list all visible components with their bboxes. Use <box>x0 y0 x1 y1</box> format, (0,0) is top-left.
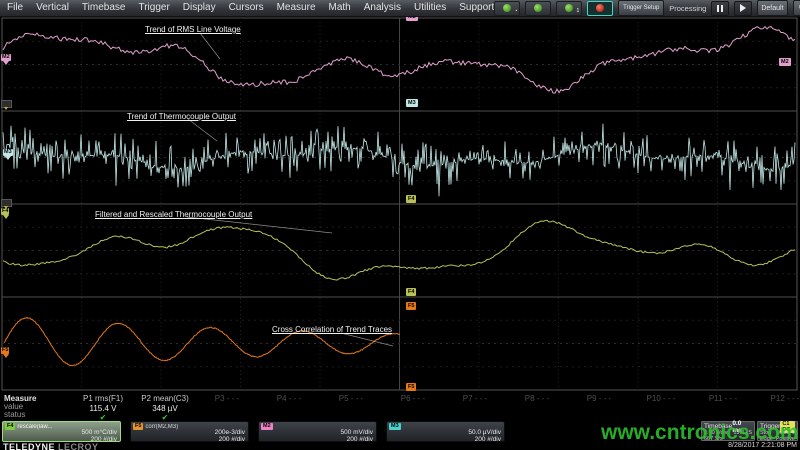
scale-tag-f5: F5 <box>406 383 416 391</box>
trigger-summary-box[interactable]: Trigger C1 DC Stop0.00 V EdgePositive <box>757 421 798 441</box>
trace-chip-f5: F5 <box>133 423 143 430</box>
scale-tag-f4: F4 <box>406 195 416 203</box>
waveform-display-area: Trend of RMS Line Voltage Trend of Thermo… <box>0 15 800 391</box>
trace-chip-f4: F4 <box>5 423 15 430</box>
default-button[interactable]: Default <box>757 0 787 16</box>
trigger-label: Trigger <box>760 423 780 430</box>
play-icon <box>740 4 746 12</box>
descriptor-box-m3[interactable]: M350.0 µV/div200 #/div <box>386 421 505 442</box>
menu-item-measure[interactable]: Measure <box>277 0 316 16</box>
menu-bar: File Vertical Timebase Trigger Display Cursor… <box>0 0 800 17</box>
descriptor-line2: 200 #/div <box>261 437 373 444</box>
scale-tag-f5: F5 <box>406 302 416 310</box>
play-button[interactable] <box>734 1 752 16</box>
grid-indicator-marker <box>1 199 12 207</box>
timestamp: 8/28/2017 2:21:08 PM <box>728 442 797 449</box>
brand-logo: TELEDYNE LECROY <box>3 442 99 450</box>
badge-one: 1 <box>576 8 579 14</box>
trigger-setup-button[interactable]: Trigger Setup <box>618 0 664 16</box>
menu-item-file[interactable]: File <box>7 0 23 16</box>
measure-column-p12[interactable]: P12 - - - <box>743 394 800 403</box>
descriptor-title: rescale(law... <box>17 424 52 430</box>
trace-descriptor-boxes: F4rescale(law...500 m°C/div200 #/div F5co… <box>2 421 505 443</box>
green-scope-icon <box>565 4 573 12</box>
zero-marker-f5[interactable]: F5 <box>1 347 9 354</box>
record-icon <box>596 4 604 12</box>
zero-marker-m3[interactable]: M3 <box>3 149 13 156</box>
trace-annotation-f5: Cross Correlation of Trend Traces <box>272 325 392 334</box>
timebase-summary-box[interactable]: Timebase 0.0 ms 2.00 s/div13.3 kS 667 S/… <box>701 421 755 441</box>
brand-teledyne: TELEDYNE <box>3 442 55 450</box>
zero-marker-f4[interactable]: F4 <box>1 208 9 215</box>
measure-table: MeasurevaluestatusP1 rms(F1)115.4 V✔P2 m… <box>0 391 800 421</box>
trace-annotation-m3: Trend of Thermocouple Output <box>127 112 236 121</box>
timebase-rate: 667 S/s <box>704 436 723 442</box>
undo-button[interactable]: Undo <box>793 0 800 16</box>
green-scope-icon <box>534 4 542 12</box>
waveform-grid <box>0 15 800 391</box>
zero-marker-m2[interactable]: M2 <box>1 54 11 61</box>
toolbar: ▪ 1 Trigger Setup Processing Default Und… <box>494 0 800 16</box>
pause-button[interactable] <box>711 1 729 16</box>
oscilloscope-screen: File Vertical Timebase Trigger Display Cursor… <box>0 0 800 450</box>
grid-indicator-marker <box>1 100 12 108</box>
menu-item-math[interactable]: Math <box>329 0 351 16</box>
menu-item-timebase[interactable]: Timebase <box>82 0 126 16</box>
menu-item-vertical[interactable]: Vertical <box>36 0 69 16</box>
menu-item-utilities[interactable]: Utilities <box>414 0 446 16</box>
menu-item-trigger[interactable]: Trigger <box>138 0 169 16</box>
timebase-samples: 13.3 kS <box>733 430 752 436</box>
trace-annotation-m2: Trend of RMS Line Voltage <box>145 25 241 34</box>
scope-status-icon-button-3[interactable]: 1 <box>556 1 582 16</box>
trace-chip-m2: M2 <box>261 423 273 430</box>
descriptor-box-f5[interactable]: F5corr(M2,M3)200e-3/div200 #/div <box>130 421 249 442</box>
menu-item-cursors[interactable]: Cursors <box>229 0 264 16</box>
green-scope-icon <box>503 4 511 12</box>
record-icon-button[interactable] <box>587 1 613 16</box>
brand-lecroy: LECROY <box>58 442 99 450</box>
menu-item-support[interactable]: Support <box>459 0 494 16</box>
descriptor-box-f4[interactable]: F4rescale(law...500 m°C/div200 #/div <box>2 421 121 442</box>
trace-chip-m3: M3 <box>389 423 401 430</box>
scale-tag-f4: F4 <box>406 288 416 296</box>
timebase-label: Timebase <box>704 423 732 430</box>
menu-items: File Vertical Timebase Trigger Display Cursor… <box>0 0 494 16</box>
measure-row-label-status: status <box>4 410 25 419</box>
pause-icon <box>717 5 719 12</box>
menu-item-display[interactable]: Display <box>183 0 216 16</box>
scale-tag-m3: M3 <box>406 99 418 107</box>
scope-status-icon-button-1[interactable]: ▪ <box>494 1 520 16</box>
measure-value: 348 µV <box>123 404 207 413</box>
trace-annotation-f4: Filtered and Rescaled Thermocouple Outpu… <box>95 210 252 219</box>
descriptor-title: corr(M2,M3) <box>145 424 178 430</box>
scale-tag-m2: M2 <box>779 58 791 66</box>
measure-label: P12 - - - <box>743 394 800 403</box>
badge-icon: ▪ <box>515 8 517 14</box>
descriptor-line2: 200 #/div <box>389 437 501 444</box>
scope-status-icon-button-2[interactable] <box>525 1 551 16</box>
descriptor-line2: 200 #/div <box>133 437 245 444</box>
menu-item-analysis[interactable]: Analysis <box>364 0 401 16</box>
processing-label: Processing <box>669 4 706 13</box>
descriptor-box-m2[interactable]: M2500 mV/div200 #/div <box>258 421 377 442</box>
